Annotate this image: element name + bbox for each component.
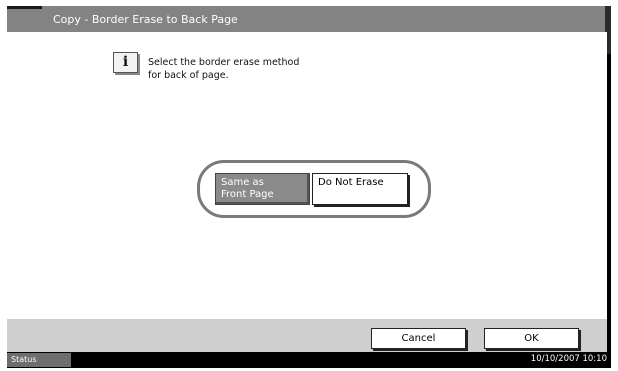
status-bar: Status 10/10/2007 10:10 (7, 352, 611, 368)
same-as-front-line-1: Same as (221, 177, 264, 188)
info-icon: i (113, 52, 138, 73)
page-title: Copy - Border Erase to Back Page (53, 13, 238, 26)
date-time: 10/10/2007 10:10 (530, 354, 607, 364)
cancel-button[interactable]: Cancel (371, 328, 466, 349)
title-bar: Copy - Border Erase to Back Page (7, 6, 605, 32)
instruction-line-2: for back of page. (148, 70, 229, 81)
do-not-erase-button[interactable]: Do Not Erase (312, 173, 408, 205)
status-button[interactable]: Status (7, 353, 71, 367)
same-as-front-line-2: Front Page (221, 189, 274, 200)
ok-button[interactable]: OK (484, 328, 579, 349)
content-area: i Select the border erase method for bac… (7, 32, 607, 319)
instruction-message: Select the border erase method for back … (148, 56, 408, 82)
instruction-line-1: Select the border erase method (148, 57, 300, 68)
title-notch (7, 6, 42, 9)
same-as-front-page-button[interactable]: Same as Front Page (215, 173, 310, 205)
bottom-button-bar: Cancel OK (7, 319, 607, 352)
touch-panel-screen: Copy - Border Erase to Back Page i Selec… (7, 6, 611, 368)
erase-method-selector: Same as Front Page Do Not Erase (197, 160, 431, 218)
